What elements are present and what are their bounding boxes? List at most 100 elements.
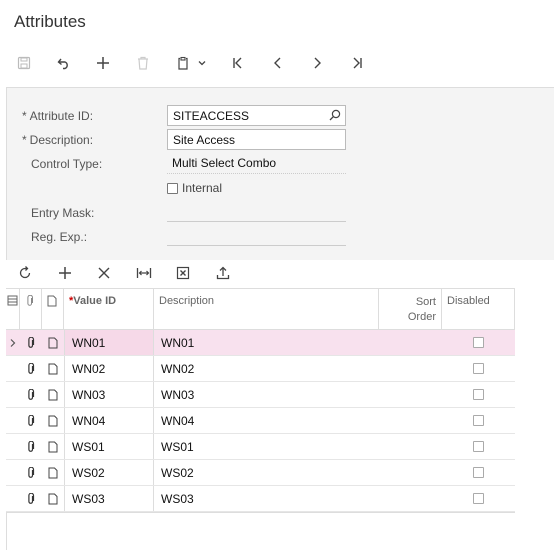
disabled-cell[interactable] bbox=[442, 434, 515, 459]
row-selector[interactable] bbox=[6, 382, 20, 407]
disabled-cell[interactable] bbox=[442, 356, 515, 381]
value-id-cell[interactable]: WS01 bbox=[64, 434, 154, 459]
delete-row-button[interactable] bbox=[91, 260, 117, 286]
add-row-button[interactable] bbox=[52, 260, 78, 286]
description-cell[interactable]: WN03 bbox=[154, 382, 379, 407]
disabled-checkbox[interactable] bbox=[473, 415, 484, 426]
entry-mask-field[interactable] bbox=[167, 221, 346, 222]
table-row[interactable]: WN02 WN02 bbox=[6, 356, 515, 382]
attachment-button[interactable] bbox=[20, 356, 42, 381]
row-selector-header[interactable] bbox=[6, 289, 20, 330]
next-record-button[interactable] bbox=[304, 50, 330, 76]
description-cell[interactable]: WS02 bbox=[154, 460, 379, 485]
value-id-cell[interactable]: WN01 bbox=[64, 330, 154, 355]
paperclip-icon bbox=[28, 440, 35, 452]
control-type-field[interactable]: Multi Select Combo bbox=[167, 153, 346, 174]
disabled-cell[interactable] bbox=[442, 486, 515, 511]
control-type-label: Control Type: bbox=[31, 157, 103, 171]
grid-body: WN01 WN01 WN02 WN02 WN03 WN03 WN04 WN04 WS01 WS01… bbox=[6, 330, 515, 512]
attachment-button[interactable] bbox=[20, 382, 42, 407]
fit-columns-button[interactable] bbox=[131, 260, 157, 286]
attachment-button[interactable] bbox=[20, 434, 42, 459]
clipboard-dropdown[interactable] bbox=[192, 50, 212, 76]
first-record-button[interactable] bbox=[225, 50, 251, 76]
note-button[interactable] bbox=[42, 330, 64, 355]
description-cell[interactable]: WS03 bbox=[154, 486, 379, 511]
note-button[interactable] bbox=[42, 408, 64, 433]
description-field[interactable]: Site Access bbox=[167, 129, 346, 150]
note-button[interactable] bbox=[42, 460, 64, 485]
row-selector[interactable] bbox=[6, 460, 20, 485]
value-id-cell[interactable]: WS02 bbox=[64, 460, 154, 485]
value-id-cell[interactable]: WN04 bbox=[64, 408, 154, 433]
description-cell[interactable]: WN01 bbox=[154, 330, 379, 355]
refresh-icon bbox=[19, 266, 31, 279]
attachment-button[interactable] bbox=[20, 408, 42, 433]
description-header[interactable]: Description bbox=[154, 289, 379, 330]
note-button[interactable] bbox=[42, 434, 64, 459]
note-header bbox=[42, 289, 64, 330]
delete-button[interactable] bbox=[130, 50, 156, 76]
sort-order-cell[interactable] bbox=[379, 408, 442, 433]
value-id-header[interactable]: *Value ID bbox=[64, 289, 154, 330]
paperclip-icon bbox=[27, 294, 33, 306]
disabled-checkbox[interactable] bbox=[473, 493, 484, 504]
sort-order-cell[interactable] bbox=[379, 460, 442, 485]
description-cell[interactable]: WN04 bbox=[154, 408, 379, 433]
disabled-checkbox[interactable] bbox=[473, 363, 484, 374]
upload-icon bbox=[216, 266, 230, 280]
sort-order-cell[interactable] bbox=[379, 434, 442, 459]
upload-button[interactable] bbox=[210, 260, 236, 286]
table-row[interactable]: WS01 WS01 bbox=[6, 434, 515, 460]
description-cell[interactable]: WN02 bbox=[154, 356, 379, 381]
disabled-cell[interactable] bbox=[442, 460, 515, 485]
undo-button[interactable] bbox=[51, 50, 77, 76]
row-selector[interactable] bbox=[6, 408, 20, 433]
disabled-header[interactable]: Disabled bbox=[442, 289, 515, 330]
attachment-button[interactable] bbox=[20, 486, 42, 511]
sort-order-header[interactable]: Sort Order bbox=[379, 289, 442, 330]
disabled-checkbox[interactable] bbox=[473, 337, 484, 348]
value-id-cell[interactable]: WN03 bbox=[64, 382, 154, 407]
internal-checkbox-box[interactable] bbox=[167, 182, 178, 194]
main-toolbar bbox=[0, 50, 554, 76]
note-button[interactable] bbox=[42, 382, 64, 407]
attachment-button[interactable] bbox=[20, 330, 42, 355]
disabled-cell[interactable] bbox=[442, 330, 515, 355]
table-row[interactable]: WN01 WN01 bbox=[6, 330, 515, 356]
attachment-button[interactable] bbox=[20, 460, 42, 485]
description-cell[interactable]: WS01 bbox=[154, 434, 379, 459]
note-button[interactable] bbox=[42, 356, 64, 381]
disabled-cell[interactable] bbox=[442, 382, 515, 407]
sort-order-cell[interactable] bbox=[379, 382, 442, 407]
row-selector[interactable] bbox=[6, 330, 20, 355]
sort-order-cell[interactable] bbox=[379, 486, 442, 511]
sort-order-cell[interactable] bbox=[379, 330, 442, 355]
sort-order-cell[interactable] bbox=[379, 356, 442, 381]
disabled-checkbox[interactable] bbox=[473, 441, 484, 452]
grid-header: *Value ID Description Sort Order Disabled bbox=[6, 288, 515, 330]
save-button[interactable] bbox=[11, 50, 37, 76]
row-selector[interactable] bbox=[6, 486, 20, 511]
reg-exp-field[interactable] bbox=[167, 245, 346, 246]
prev-record-button[interactable] bbox=[265, 50, 291, 76]
disabled-cell[interactable] bbox=[442, 408, 515, 433]
export-excel-button[interactable] bbox=[170, 260, 196, 286]
table-row[interactable]: WS03 WS03 bbox=[6, 486, 515, 512]
disabled-checkbox[interactable] bbox=[473, 467, 484, 478]
table-row[interactable]: WN04 WN04 bbox=[6, 408, 515, 434]
value-id-cell[interactable]: WN02 bbox=[64, 356, 154, 381]
search-icon[interactable] bbox=[329, 109, 341, 124]
add-button[interactable] bbox=[90, 50, 116, 76]
table-row[interactable]: WS02 WS02 bbox=[6, 460, 515, 486]
internal-checkbox[interactable]: Internal bbox=[167, 181, 222, 195]
disabled-checkbox[interactable] bbox=[473, 389, 484, 400]
last-record-button[interactable] bbox=[344, 50, 370, 76]
row-selector[interactable] bbox=[6, 434, 20, 459]
attribute-id-field[interactable]: SITEACCESS bbox=[167, 105, 346, 126]
row-selector[interactable] bbox=[6, 356, 20, 381]
value-id-cell[interactable]: WS03 bbox=[64, 486, 154, 511]
refresh-button[interactable] bbox=[12, 260, 38, 286]
table-row[interactable]: WN03 WN03 bbox=[6, 382, 515, 408]
note-button[interactable] bbox=[42, 486, 64, 511]
